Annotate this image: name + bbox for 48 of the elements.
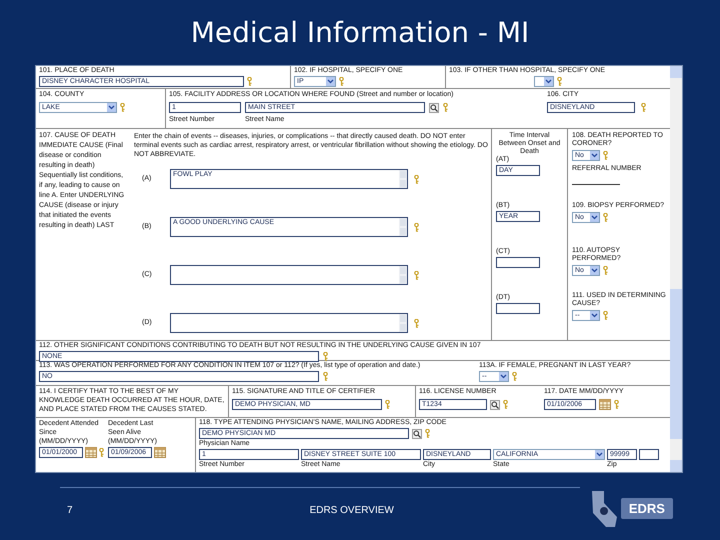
key-icon bbox=[641, 103, 646, 112]
key-icon bbox=[603, 266, 608, 276]
calendar-icon[interactable] bbox=[154, 447, 166, 458]
key-icon bbox=[339, 77, 344, 86]
text-area[interactable] bbox=[170, 313, 408, 333]
key-icon bbox=[247, 77, 252, 86]
key-icon bbox=[557, 77, 562, 86]
caret-icon bbox=[590, 151, 599, 160]
zip-extension-field[interactable] bbox=[639, 449, 659, 460]
caret-icon bbox=[595, 450, 604, 459]
key-icon bbox=[603, 311, 608, 320]
search-icon[interactable] bbox=[490, 400, 500, 410]
key-icon bbox=[414, 222, 419, 232]
scrollbar[interactable] bbox=[670, 66, 682, 472]
key-icon bbox=[425, 429, 430, 438]
caret-icon bbox=[326, 77, 335, 86]
calendar-icon[interactable] bbox=[599, 399, 611, 410]
key-icon bbox=[414, 270, 419, 280]
key-icon bbox=[603, 213, 608, 222]
caret-icon bbox=[590, 213, 599, 222]
footer-text: EDRS OVERVIEW bbox=[310, 504, 394, 518]
key-icon bbox=[443, 103, 448, 112]
search-icon[interactable] bbox=[429, 102, 439, 112]
key-icon bbox=[503, 400, 508, 409]
dropdown[interactable] bbox=[534, 76, 554, 87]
slide-title: Medical Information - MI bbox=[190, 14, 530, 50]
calendar-icon[interactable] bbox=[85, 447, 97, 458]
key-icon bbox=[323, 352, 328, 361]
key-icon bbox=[323, 372, 328, 381]
page-number: 7 bbox=[67, 504, 73, 518]
caret-icon bbox=[590, 311, 599, 320]
text-field[interactable] bbox=[496, 303, 540, 314]
caret-icon bbox=[544, 77, 553, 86]
text-field[interactable] bbox=[496, 257, 540, 268]
edrs-logo: EDRS bbox=[588, 488, 689, 528]
caret-icon bbox=[499, 372, 508, 381]
caret-icon bbox=[107, 103, 116, 112]
key-icon bbox=[603, 151, 608, 160]
key-icon bbox=[99, 448, 104, 457]
key-icon bbox=[385, 400, 390, 409]
search-icon[interactable] bbox=[412, 428, 422, 438]
text-area[interactable] bbox=[170, 265, 408, 285]
key-icon bbox=[512, 372, 517, 381]
key-icon bbox=[120, 103, 125, 112]
key-icon bbox=[414, 174, 419, 184]
caret-icon bbox=[590, 266, 599, 276]
key-icon bbox=[614, 400, 619, 409]
key-icon bbox=[414, 318, 419, 328]
